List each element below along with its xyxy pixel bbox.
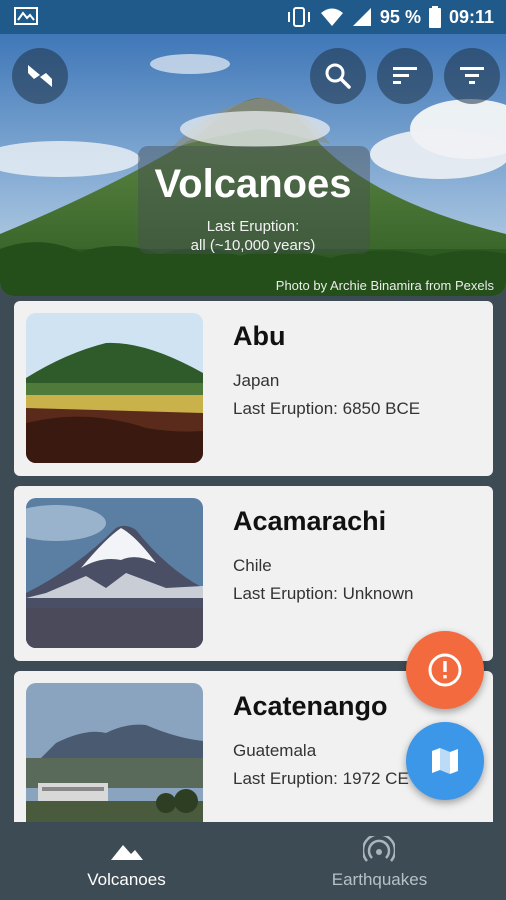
volcano-name: Acamarachi <box>233 506 387 536</box>
volcano-last-eruption: Last Eruption: 1972 CE <box>233 769 409 788</box>
tab-label: Volcanoes <box>87 870 166 889</box>
switch-icon <box>28 65 52 87</box>
signal-icon <box>352 8 371 26</box>
alert-fab[interactable] <box>406 631 484 709</box>
wifi-icon <box>320 8 343 26</box>
volcano-thumbnail <box>26 313 203 463</box>
search-button[interactable] <box>310 48 366 104</box>
volcano-thumbnail <box>26 498 203 648</box>
eruption-filter-value: all (~10,000 years) <box>190 237 316 254</box>
volcano-last-eruption: Last Eruption: 6850 BCE <box>233 399 421 418</box>
status-bar: 95 % 09:11 <box>0 0 506 34</box>
volcano-country: Japan <box>233 371 280 390</box>
header-hero: Volcanoes Last Eruption: all (~10,000 ye… <box>0 34 506 296</box>
volcano-name: Acatenango <box>233 691 388 721</box>
battery-icon <box>428 6 441 28</box>
sort-button[interactable] <box>377 48 433 104</box>
seismic-icon <box>363 836 395 862</box>
volcano-country: Chile <box>233 556 272 575</box>
switch-button[interactable] <box>12 48 68 104</box>
clock: 09:11 <box>448 6 494 27</box>
volcano-country: Guatemala <box>233 741 317 760</box>
mountain-icon <box>111 845 143 860</box>
volcano-card[interactable]: Abu Japan Last Eruption: 6850 BCE <box>14 301 493 476</box>
volcano-name: Abu <box>233 321 286 351</box>
search-icon <box>325 63 351 89</box>
filter-button[interactable] <box>444 48 500 104</box>
app-screen: 95 % 09:11 Volcanoes Last Eruption: all … <box>0 0 506 900</box>
map-icon <box>432 748 458 774</box>
bottom-navigation: Volcanoes Earthquakes <box>0 822 506 900</box>
tab-earthquakes[interactable]: Earthquakes <box>253 822 506 900</box>
battery-percent: 95 % <box>379 6 421 27</box>
filter-icon <box>460 67 484 84</box>
page-title: Volcanoes <box>154 162 352 206</box>
volcano-last-eruption: Last Eruption: Unknown <box>233 584 414 603</box>
volcano-thumbnail <box>26 683 203 833</box>
tab-volcanoes[interactable]: Volcanoes <box>0 822 253 900</box>
alert-icon <box>428 653 462 687</box>
tab-label: Earthquakes <box>331 870 428 889</box>
vibrate-icon <box>287 7 310 27</box>
photo-credit: Photo by Archie Binamira from Pexels <box>275 278 494 293</box>
eruption-filter-label: Last Eruption: <box>206 218 300 235</box>
gallery-icon <box>14 7 38 25</box>
sort-icon <box>393 67 417 84</box>
map-fab[interactable] <box>406 722 484 800</box>
volcano-card[interactable]: Acamarachi Chile Last Eruption: Unknown <box>14 486 493 661</box>
